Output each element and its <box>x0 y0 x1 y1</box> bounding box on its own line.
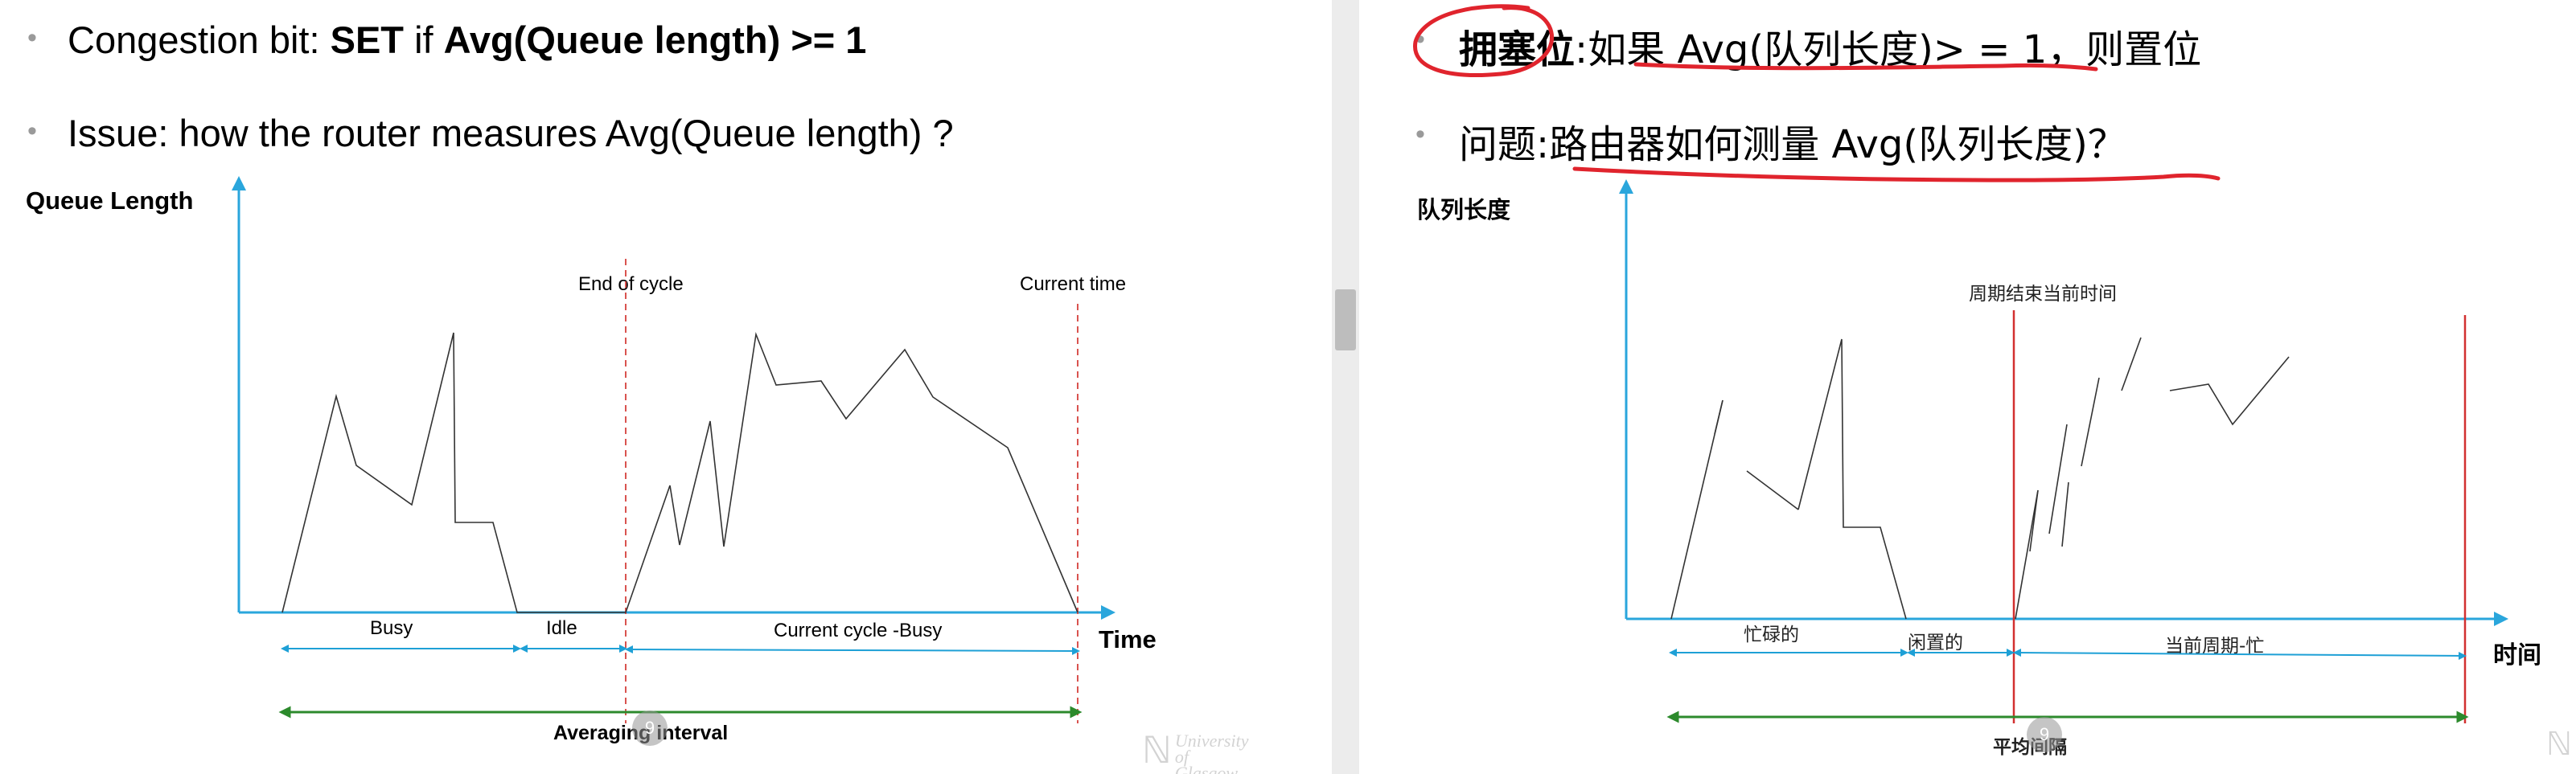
queue-length-curve <box>281 331 1078 613</box>
scroll-gutter <box>1332 0 1359 774</box>
chinese-slide: • 拥塞位:如果 Avg(队列长度)> = 1，则置位 • 问题:路由器如何测量… <box>1359 0 2576 774</box>
english-slide: • Congestion bit: SET if Avg(Queue lengt… <box>0 0 1332 774</box>
logo-line-2: of Glasgow <box>1174 747 1239 774</box>
university-logo-partial: ℕ <box>2546 726 2573 762</box>
current-cycle-interval-arrow <box>625 645 1080 655</box>
underline-annotation-2 <box>1572 166 2221 182</box>
scrollbar-thumb[interactable] <box>1335 289 1356 350</box>
annotation-layer <box>1413 4 2221 182</box>
university-logo: ℕ University of Glasgow <box>1142 732 1249 774</box>
circle-annotation <box>1413 4 1555 77</box>
cursor-indicator: 9 <box>632 711 668 746</box>
underline-annotation-1 <box>1633 62 2098 72</box>
queue-length-diagram <box>232 176 1115 723</box>
cursor-indicator: 9 <box>2027 717 2062 752</box>
